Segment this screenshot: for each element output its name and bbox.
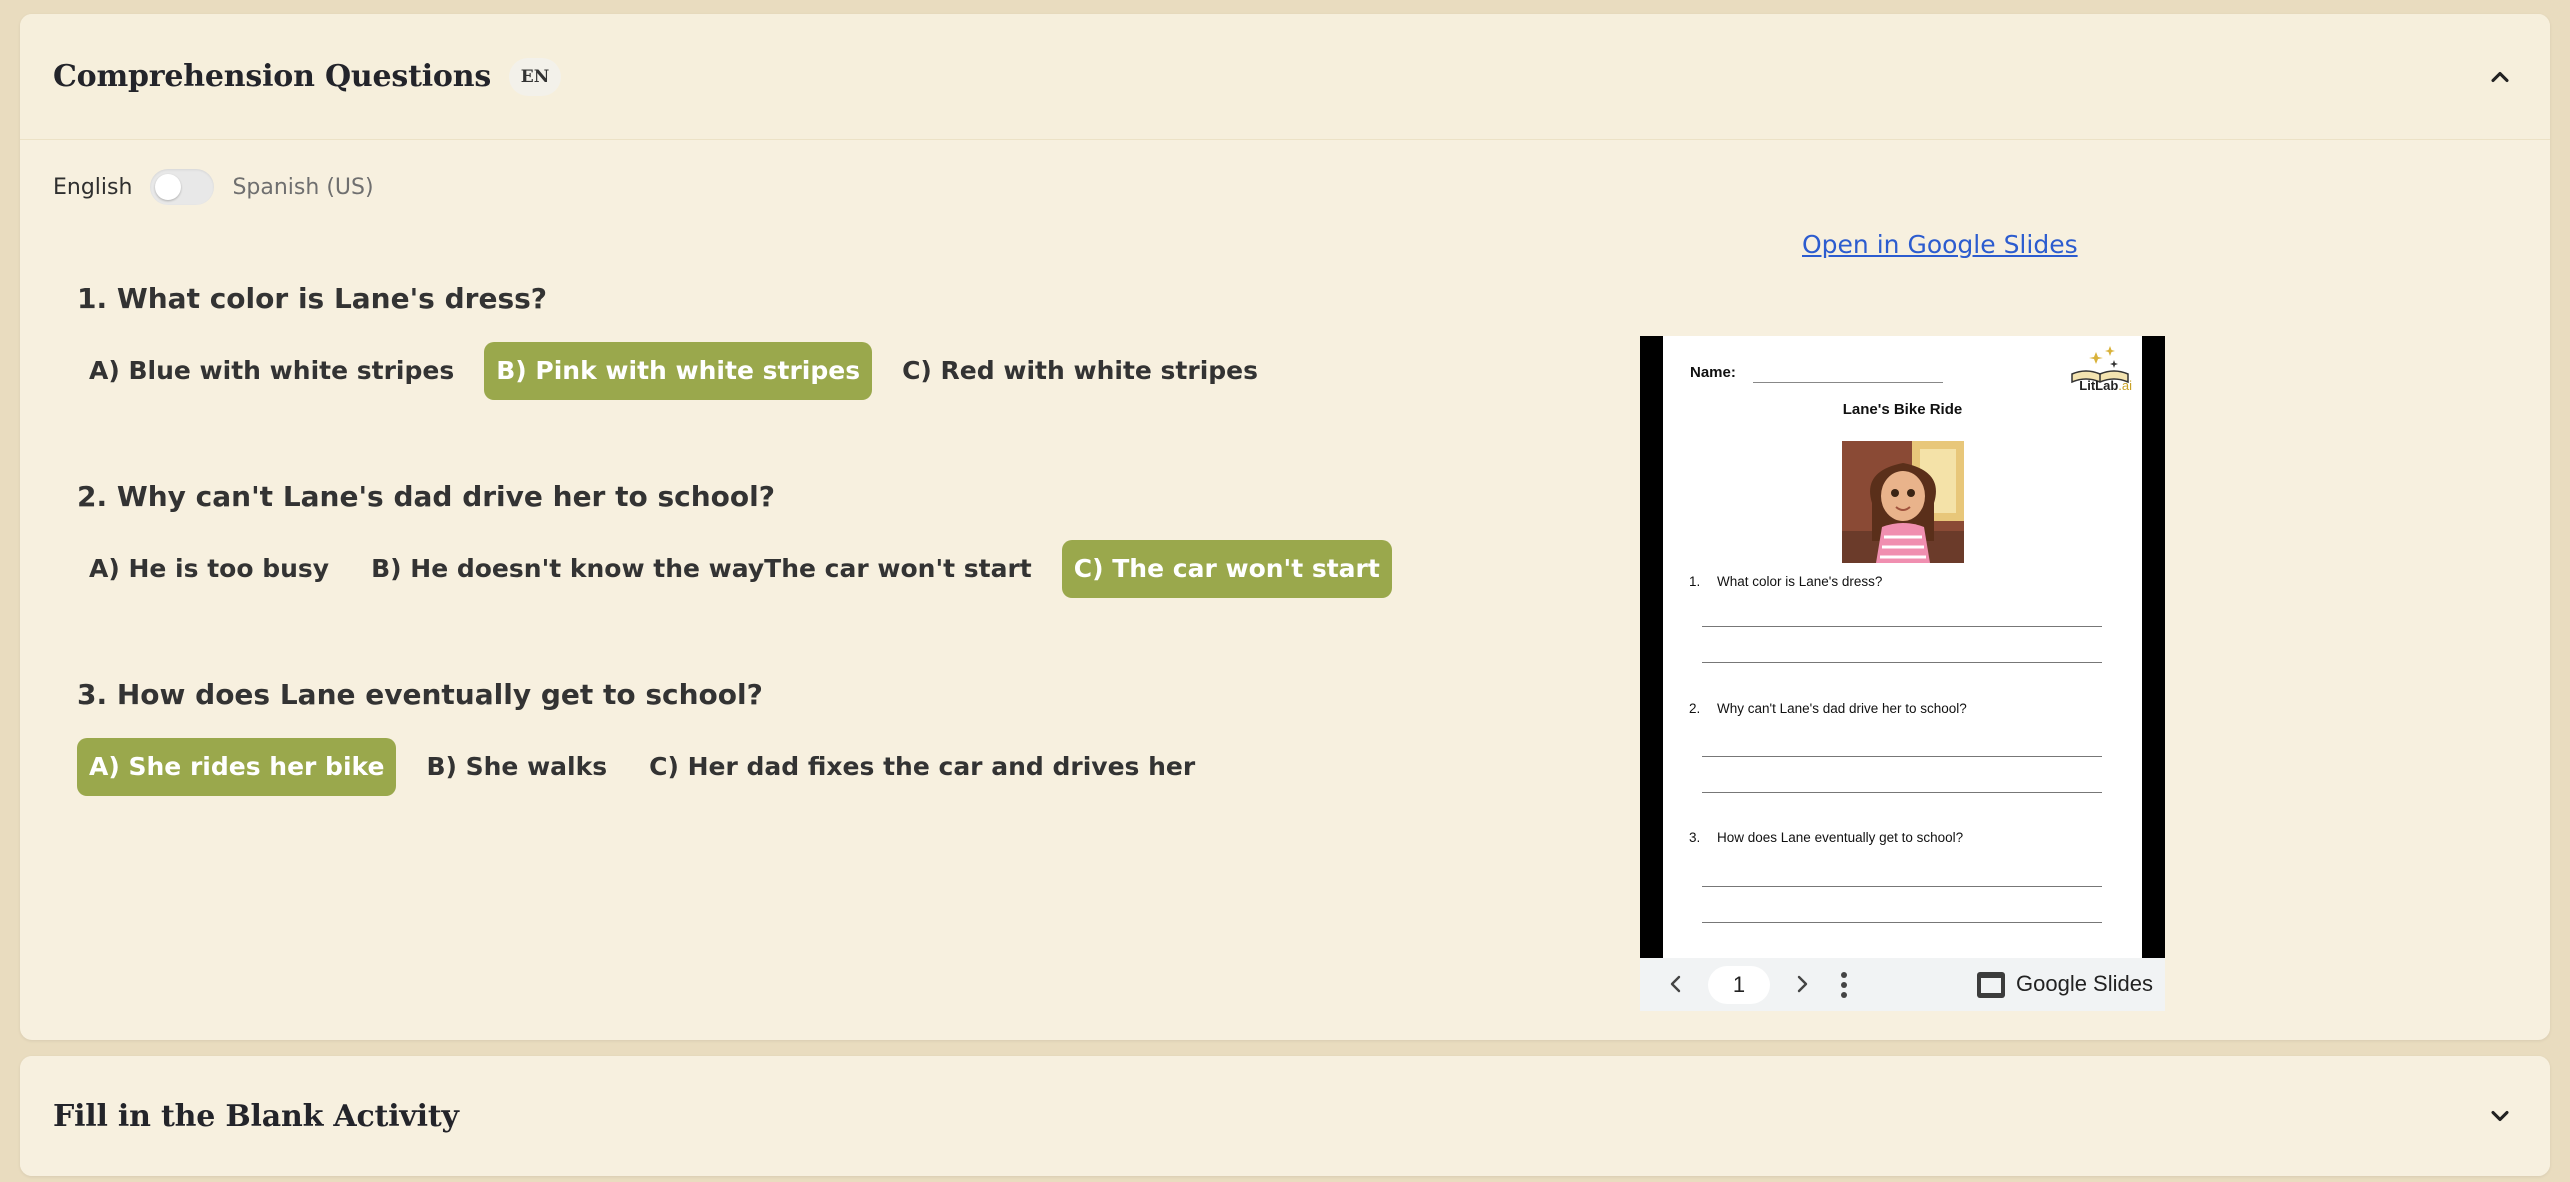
answer-option-c[interactable]: C) Her dad fixes the car and drives her	[637, 738, 1207, 796]
answer-line	[1702, 886, 2102, 887]
worksheet-slide: Name: LitLab.ai Lane's Bike Ride 1. What…	[1663, 336, 2142, 958]
answer-option-a-selected[interactable]: A) She rides her bike	[77, 738, 397, 796]
answer-options: A) Blue with white stripes B) Pink with …	[77, 342, 1288, 400]
fill-in-the-blank-panel: Fill in the Blank Activity	[20, 1056, 2550, 1176]
panel-title: Fill in the Blank Activity	[53, 1098, 459, 1134]
worksheet-question-1: 1. What color is Lane's dress?	[1689, 574, 1883, 589]
open-in-google-slides-link[interactable]: Open in Google Slides	[1802, 230, 2078, 259]
worksheet-question-3: 3. How does Lane eventually get to school…	[1689, 830, 1964, 845]
answer-option-b[interactable]: B) He doesn't know the wayThe car won't …	[359, 540, 1044, 598]
name-line	[1753, 382, 1943, 383]
lane-illustration	[1842, 441, 1964, 563]
answer-line	[1702, 662, 2102, 663]
language-toggle-row: English Spanish (US)	[53, 169, 374, 205]
answer-options: A) He is too busy B) He doesn't know the…	[77, 540, 1410, 598]
chevron-up-icon[interactable]	[2486, 63, 2514, 91]
question-3: 3. How does Lane eventually get to schoo…	[77, 678, 1225, 796]
toggle-knob	[155, 174, 182, 200]
panel-title: Comprehension Questions	[53, 59, 492, 94]
answer-line	[1702, 792, 2102, 793]
comprehension-questions-header[interactable]: Comprehension Questions EN	[20, 14, 2550, 140]
slide-page-number[interactable]: 1	[1708, 966, 1770, 1004]
google-slides-icon[interactable]	[1976, 971, 2006, 999]
question-text: 3. How does Lane eventually get to schoo…	[77, 678, 763, 711]
slide-frame: Name: LitLab.ai Lane's Bike Ride 1. What…	[1640, 336, 2165, 958]
chevron-down-icon[interactable]	[2486, 1102, 2514, 1130]
worksheet-title: Lane's Bike Ride	[1842, 401, 1963, 418]
fill-in-the-blank-header[interactable]: Fill in the Blank Activity	[20, 1056, 2550, 1176]
answer-line	[1702, 756, 2102, 757]
answer-option-a[interactable]: A) He is too busy	[77, 540, 341, 598]
litlab-logo-text: LitLab.ai	[2079, 378, 2132, 393]
google-slides-embed: Name: LitLab.ai Lane's Bike Ride 1. What…	[1640, 336, 2165, 1011]
question-1: 1. What color is Lane's dress? A) Blue w…	[77, 282, 1288, 400]
chevron-right-icon[interactable]	[1790, 972, 1814, 996]
comprehension-questions-panel: Comprehension Questions EN English Spani…	[20, 14, 2550, 1040]
chevron-left-icon[interactable]	[1664, 972, 1688, 996]
toggle-label-english: English	[53, 174, 133, 200]
answer-options: A) She rides her bike B) She walks C) He…	[77, 738, 1225, 796]
slides-toolbar: 1 Google Slides	[1640, 958, 2165, 1011]
answer-option-c-selected[interactable]: C) The car won't start	[1061, 540, 1392, 598]
google-slides-label[interactable]: Google Slides	[2016, 971, 2153, 997]
answer-line	[1702, 922, 2102, 923]
language-toggle-switch[interactable]	[150, 169, 215, 205]
question-2: 2. Why can't Lane's dad drive her to sch…	[77, 480, 1410, 598]
answer-option-c[interactable]: C) Red with white stripes	[890, 342, 1270, 400]
more-vertical-icon[interactable]	[1837, 970, 1851, 1000]
answer-option-b[interactable]: B) She walks	[414, 738, 619, 796]
answer-option-b-selected[interactable]: B) Pink with white stripes	[484, 342, 873, 400]
answer-option-a[interactable]: A) Blue with white stripes	[77, 342, 466, 400]
answer-line	[1702, 626, 2102, 627]
girl-illustration-icon	[1842, 441, 1964, 563]
worksheet-question-2: 2. Why can't Lane's dad drive her to scho…	[1689, 701, 1967, 716]
toggle-label-spanish: Spanish (US)	[232, 174, 374, 200]
worksheet-name-label: Name:	[1690, 364, 1736, 381]
question-text: 1. What color is Lane's dress?	[77, 282, 548, 315]
question-text: 2. Why can't Lane's dad drive her to sch…	[77, 480, 775, 513]
language-badge: EN	[509, 57, 562, 96]
